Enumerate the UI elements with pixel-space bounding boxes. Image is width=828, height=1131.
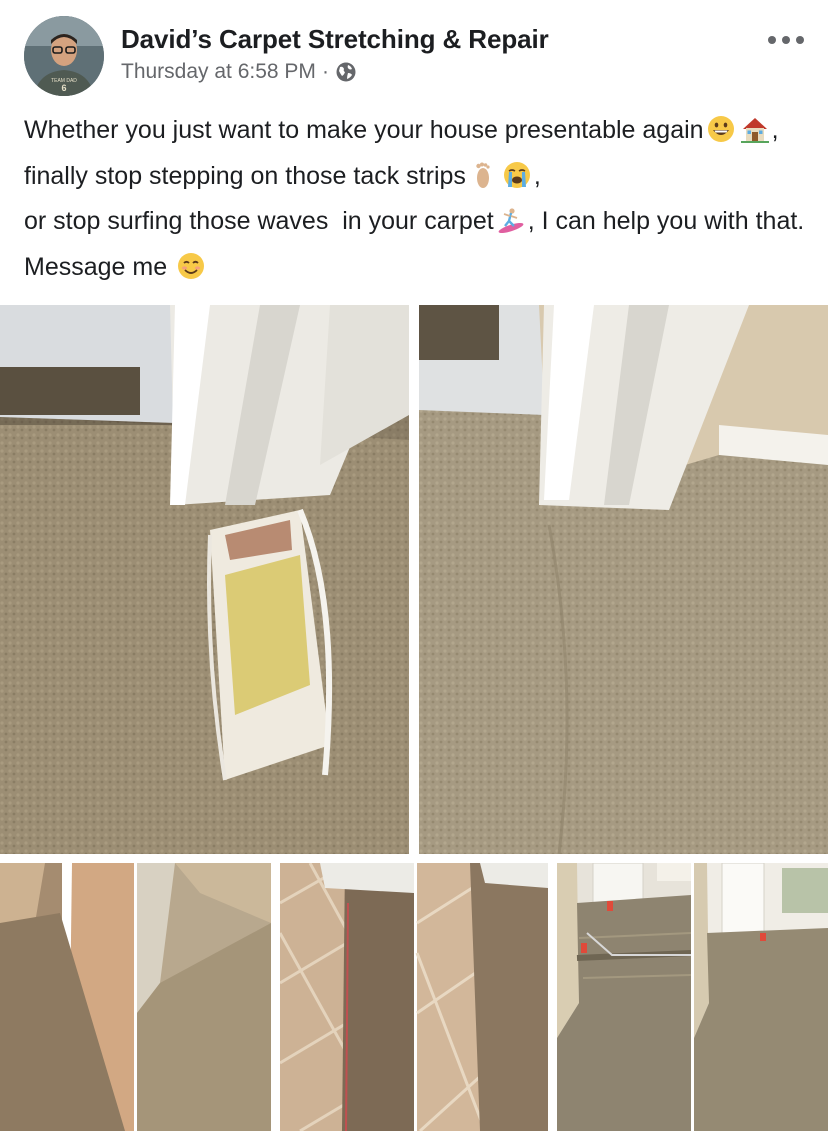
photo-grid xyxy=(0,305,828,1131)
globe-icon[interactable] xyxy=(335,61,357,83)
post-timestamp[interactable]: Thursday at 6:58 PM xyxy=(121,60,316,84)
foot-emoji xyxy=(468,160,498,190)
meta-separator: · xyxy=(321,60,329,83)
post-header: TEAM DAD 6 David’s Carpet Stretching & R… xyxy=(0,0,828,106)
crying-face-emoji xyxy=(502,160,532,190)
photo-stretching-before-after[interactable] xyxy=(557,863,828,1131)
grinning-face-emoji xyxy=(706,114,736,144)
photo-tile-transition-before-after[interactable] xyxy=(280,863,548,1131)
avatar-shirt-number: 6 xyxy=(61,83,66,93)
post-text-segment-3: , xyxy=(533,161,541,190)
post-meta: Thursday at 6:58 PM · xyxy=(121,60,357,84)
photo-before-torn-carpet[interactable] xyxy=(0,305,409,854)
post-text-segment-1: Whether you just want to make your house… xyxy=(24,116,704,144)
page-name-link[interactable]: David’s Carpet Stretching & Repair xyxy=(121,24,549,55)
house-emoji xyxy=(740,114,770,144)
smiling-face-emoji xyxy=(176,251,206,281)
page-avatar[interactable]: TEAM DAD 6 xyxy=(24,16,104,96)
post-text-segment-4: or stop surfing those waves in your carp… xyxy=(24,207,494,235)
surfer-emoji xyxy=(496,205,526,235)
photo-hallway-before-after[interactable] xyxy=(0,863,271,1131)
more-options-icon[interactable] xyxy=(768,30,804,50)
photo-after-repaired-carpet[interactable] xyxy=(419,305,828,854)
post-text: Whether you just want to make your house… xyxy=(24,108,814,290)
